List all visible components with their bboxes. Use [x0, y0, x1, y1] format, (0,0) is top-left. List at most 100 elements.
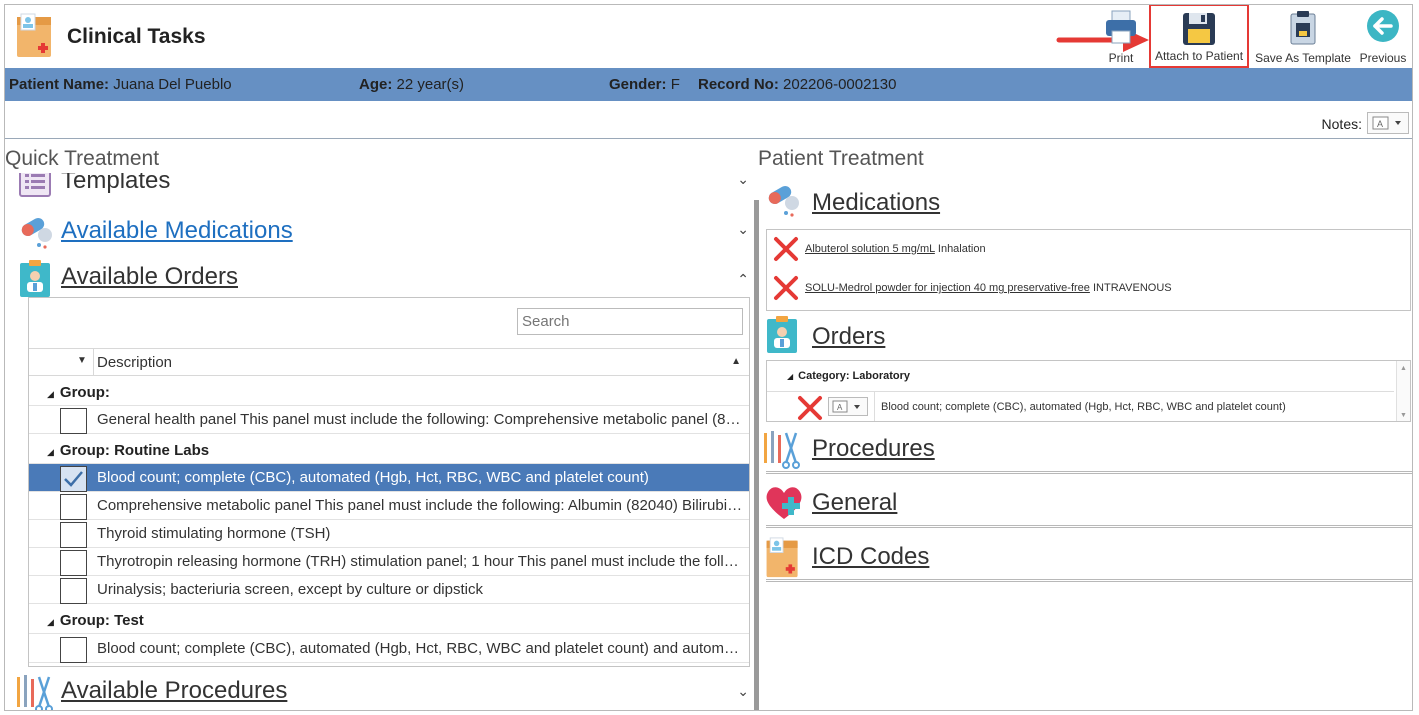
- app-title: Clinical Tasks: [67, 25, 206, 48]
- group-row[interactable]: ◢ Group:: [29, 377, 749, 406]
- order-row[interactable]: General health panel This panel must inc…: [29, 406, 749, 434]
- patient-record-label: Record No:: [698, 76, 779, 93]
- notes-row: Notes: A: [5, 106, 1412, 139]
- general-section[interactable]: General: [762, 481, 1412, 528]
- collapse-triangle-icon[interactable]: ◢: [47, 389, 54, 399]
- notes-dropdown-button[interactable]: A: [1367, 112, 1409, 134]
- available-orders-section[interactable]: Available Orders ⌃: [5, 257, 755, 301]
- patient-name-value: Juana Del Pueblo: [113, 76, 232, 93]
- order-description: General health panel This panel must inc…: [97, 411, 747, 428]
- note-edit-icon: A: [832, 400, 860, 413]
- patient-gender: Gender: F: [609, 76, 680, 93]
- collapse-triangle-icon[interactable]: ◢: [47, 447, 54, 457]
- patient-treatment-title: Patient Treatment: [758, 147, 924, 170]
- order-row[interactable]: Urinalysis; bacteriuria screen, except b…: [29, 576, 749, 604]
- order-description: Thyrotropin releasing hormone (TRH) stim…: [97, 553, 747, 570]
- scroll-down-icon[interactable]: ▼: [1400, 412, 1407, 419]
- order-row-selected[interactable]: Blood count; complete (CBC), automated (…: [29, 464, 749, 492]
- header: Clinical Tasks Print Attach to Patient S…: [5, 5, 1412, 68]
- back-arrow-icon: [1367, 10, 1399, 42]
- templates-section[interactable]: Templates ⌄: [5, 173, 755, 205]
- order-checkbox[interactable]: [60, 494, 87, 520]
- collapse-triangle-icon[interactable]: ◢: [787, 372, 793, 381]
- doctor-clipboard-icon: [20, 260, 50, 297]
- medications-section[interactable]: Medications: [762, 179, 1412, 223]
- chevron-down-icon[interactable]: ⌄: [737, 683, 749, 700]
- order-checkbox-checked[interactable]: [60, 466, 87, 492]
- surgical-tools-icon: [764, 431, 800, 469]
- order-row[interactable]: Thyrotropin releasing hormone (TRH) stim…: [29, 548, 749, 576]
- available-procedures-section[interactable]: Available Procedures ⌄: [5, 671, 755, 710]
- order-checkbox[interactable]: [60, 637, 87, 663]
- available-orders-link[interactable]: Available Orders: [61, 263, 238, 291]
- panel-splitter-scrollbar[interactable]: [754, 200, 759, 710]
- order-row[interactable]: Comprehensive metabolic panel This panel…: [29, 492, 749, 520]
- procedures-link[interactable]: Procedures: [812, 435, 935, 463]
- remove-x-icon[interactable]: [773, 275, 799, 301]
- medication-route: Inhalation: [937, 243, 986, 255]
- group-row[interactable]: ◢ Group: Routine Labs: [29, 435, 749, 464]
- medication-name-link[interactable]: SOLU-Medrol powder for injection 40 mg p…: [805, 282, 1090, 294]
- group-label: Group: Routine Labs: [59, 442, 210, 459]
- medication-text: SOLU-Medrol powder for injection 40 mg p…: [805, 282, 1172, 294]
- sort-ascending-icon[interactable]: ▲: [731, 356, 741, 367]
- column-filter-dropdown-icon[interactable]: ▼: [77, 355, 87, 366]
- column-separator: [93, 349, 94, 376]
- order-description: Comprehensive metabolic panel This panel…: [97, 497, 747, 514]
- icd-codes-link[interactable]: ICD Codes: [812, 543, 929, 571]
- medication-name-link[interactable]: Albuterol solution 5 mg/mL: [805, 243, 935, 255]
- order-checkbox[interactable]: [60, 550, 87, 576]
- group-label: Group:: [59, 384, 110, 401]
- orders-scrollbar[interactable]: ▲ ▼: [1396, 361, 1410, 421]
- quick-treatment-panel: Templates ⌄ Available Medications ⌄ Avai…: [5, 173, 755, 710]
- chevron-up-icon[interactable]: ⌃: [737, 271, 749, 288]
- order-description: Blood count; complete (CBC), automated (…: [97, 469, 649, 486]
- medications-list: Albuterol solution 5 mg/mL Inhalation SO…: [766, 229, 1411, 311]
- order-category-row[interactable]: ◢ Category: Laboratory: [787, 370, 910, 382]
- remove-x-icon[interactable]: [797, 395, 823, 421]
- available-medications-link[interactable]: Available Medications: [61, 217, 293, 245]
- chevron-down-icon[interactable]: ⌄: [737, 173, 749, 188]
- patient-age: Age: 22 year(s): [359, 76, 464, 93]
- medication-route: INTRAVENOUS: [1092, 282, 1172, 294]
- order-note-dropdown[interactable]: A: [828, 397, 868, 416]
- general-link[interactable]: General: [812, 489, 897, 517]
- order-checkbox[interactable]: [60, 522, 87, 548]
- templates-label: Templates: [61, 173, 171, 194]
- description-column-header[interactable]: Description: [97, 354, 172, 371]
- orders-link[interactable]: Orders: [812, 323, 885, 351]
- order-row[interactable]: Blood count; complete (CBC), automated (…: [29, 635, 749, 663]
- clipboard-save-icon: [1290, 11, 1316, 45]
- medications-link[interactable]: Medications: [812, 189, 940, 217]
- save-disk-icon: [1183, 13, 1215, 45]
- available-procedures-link[interactable]: Available Procedures: [61, 677, 287, 705]
- patient-age-value: 22 year(s): [396, 76, 465, 93]
- order-row[interactable]: Thyroid stimulating hormone (TSH): [29, 520, 749, 548]
- chevron-down-icon[interactable]: ⌄: [737, 221, 749, 238]
- group-row[interactable]: ◢ Group: Test: [29, 605, 749, 634]
- icd-codes-section[interactable]: ICD Codes: [762, 535, 1412, 582]
- section-divider: [766, 525, 1412, 528]
- order-checkbox[interactable]: [60, 408, 87, 434]
- print-label: Print: [1108, 51, 1134, 65]
- collapse-triangle-icon[interactable]: ◢: [47, 617, 54, 627]
- order-category-label: Category: Laboratory: [798, 370, 911, 382]
- section-divider: [766, 579, 1412, 582]
- scroll-up-icon[interactable]: ▲: [1400, 365, 1407, 372]
- procedures-section[interactable]: Procedures: [762, 427, 1412, 474]
- print-button[interactable]: Print: [1097, 5, 1145, 68]
- heart-plus-icon: [766, 487, 802, 519]
- group-header: ◢ Group:: [47, 384, 110, 401]
- orders-search-input[interactable]: [517, 308, 743, 335]
- patient-name-label: Patient Name:: [9, 76, 110, 93]
- group-header: ◢ Group: Routine Labs: [47, 442, 209, 459]
- orders-section[interactable]: Orders: [762, 313, 1412, 357]
- save-as-template-button[interactable]: Save As Template: [1253, 5, 1353, 68]
- attach-to-patient-label: Attach to Patient: [1154, 49, 1244, 63]
- previous-button[interactable]: Previous: [1355, 5, 1411, 68]
- attach-to-patient-button[interactable]: Attach to Patient: [1149, 5, 1249, 68]
- order-checkbox[interactable]: [60, 578, 87, 604]
- available-medications-section[interactable]: Available Medications ⌄: [5, 211, 755, 255]
- patient-name: Patient Name: Juana Del Pueblo: [9, 76, 232, 93]
- remove-x-icon[interactable]: [773, 236, 799, 262]
